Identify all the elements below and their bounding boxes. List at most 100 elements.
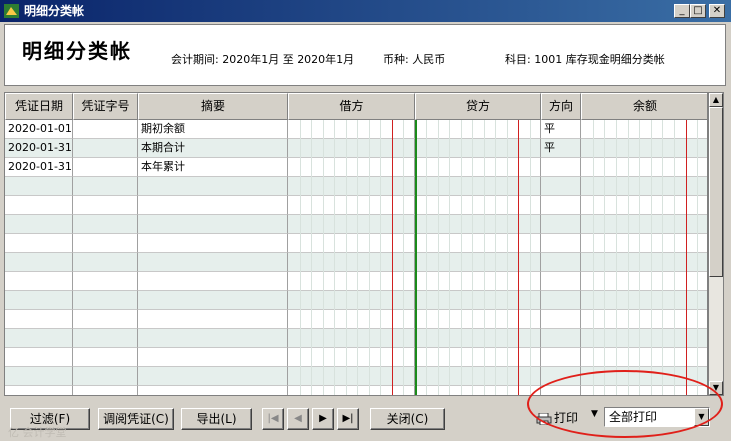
- cell-direction[interactable]: [541, 196, 581, 215]
- col-header-debit[interactable]: 借方: [288, 93, 415, 120]
- cell-direction[interactable]: [541, 329, 581, 348]
- vertical-scrollbar[interactable]: ▲ ▼: [708, 92, 724, 396]
- cell-direction[interactable]: [541, 215, 581, 234]
- cell-voucher[interactable]: [73, 139, 138, 158]
- cell-balance[interactable]: [581, 348, 707, 367]
- cell-direction[interactable]: [541, 253, 581, 272]
- cell-debit[interactable]: [288, 139, 415, 158]
- cell-voucher[interactable]: [73, 158, 138, 177]
- close-window-button[interactable]: ✕: [709, 4, 725, 18]
- cell-balance[interactable]: [581, 234, 707, 253]
- cell-voucher[interactable]: [73, 234, 138, 253]
- cell-summary[interactable]: [138, 196, 288, 215]
- cell-summary[interactable]: [138, 215, 288, 234]
- cell-credit[interactable]: [415, 291, 541, 310]
- cell-balance[interactable]: [581, 215, 707, 234]
- minimize-button[interactable]: _: [674, 4, 690, 18]
- cell-credit[interactable]: [415, 348, 541, 367]
- col-header-balance[interactable]: 余额: [581, 93, 707, 120]
- cell-direction[interactable]: [541, 348, 581, 367]
- cell-balance[interactable]: [581, 253, 707, 272]
- cell-direction[interactable]: [541, 310, 581, 329]
- cell-credit[interactable]: [415, 177, 541, 196]
- cell-voucher[interactable]: [73, 310, 138, 329]
- cell-voucher[interactable]: [73, 291, 138, 310]
- cell-date[interactable]: [5, 234, 73, 253]
- cell-summary[interactable]: [138, 329, 288, 348]
- cell-direction[interactable]: 平: [541, 120, 581, 139]
- cell-summary[interactable]: [138, 253, 288, 272]
- cell-direction[interactable]: [541, 291, 581, 310]
- next-page-button[interactable]: ▶: [312, 408, 334, 430]
- cell-debit[interactable]: [288, 348, 415, 367]
- cell-date[interactable]: 2020-01-31: [5, 139, 73, 158]
- cell-summary[interactable]: [138, 348, 288, 367]
- maximize-button[interactable]: □: [690, 4, 706, 18]
- cell-voucher[interactable]: [73, 367, 138, 386]
- cell-balance[interactable]: [581, 177, 707, 196]
- cell-credit[interactable]: [415, 367, 541, 386]
- first-page-button[interactable]: |◀: [262, 408, 284, 430]
- cell-direction[interactable]: [541, 158, 581, 177]
- cell-debit[interactable]: [288, 120, 415, 139]
- cell-date[interactable]: [5, 291, 73, 310]
- cell-balance[interactable]: [581, 158, 707, 177]
- col-header-date[interactable]: 凭证日期: [5, 93, 73, 120]
- cell-debit[interactable]: [288, 215, 415, 234]
- cell-summary[interactable]: 本期合计: [138, 139, 288, 158]
- cell-date[interactable]: [5, 348, 73, 367]
- cell-balance[interactable]: [581, 329, 707, 348]
- cell-direction[interactable]: 平: [541, 139, 581, 158]
- cell-direction[interactable]: [541, 234, 581, 253]
- prev-page-button[interactable]: ◀: [287, 408, 309, 430]
- cell-credit[interactable]: [415, 310, 541, 329]
- cell-voucher[interactable]: [73, 177, 138, 196]
- col-header-credit[interactable]: 贷方: [415, 93, 541, 120]
- cell-balance[interactable]: [581, 196, 707, 215]
- cell-date[interactable]: [5, 310, 73, 329]
- export-button[interactable]: 导出(L): [181, 408, 252, 430]
- cell-credit[interactable]: [415, 215, 541, 234]
- cell-debit[interactable]: [288, 253, 415, 272]
- cell-credit[interactable]: [415, 158, 541, 177]
- last-page-button[interactable]: ▶|: [337, 408, 359, 430]
- cell-balance[interactable]: [581, 120, 707, 139]
- cell-voucher[interactable]: [73, 386, 138, 395]
- cell-voucher[interactable]: [73, 272, 138, 291]
- cell-date[interactable]: [5, 215, 73, 234]
- cell-balance[interactable]: [581, 272, 707, 291]
- cell-balance[interactable]: [581, 139, 707, 158]
- cell-date[interactable]: [5, 386, 73, 395]
- cell-debit[interactable]: [288, 310, 415, 329]
- col-header-voucher[interactable]: 凭证字号: [73, 93, 138, 120]
- scroll-thumb[interactable]: [709, 107, 723, 277]
- cell-summary[interactable]: [138, 272, 288, 291]
- cell-credit[interactable]: [415, 272, 541, 291]
- cell-credit[interactable]: [415, 329, 541, 348]
- close-button[interactable]: 关闭(C): [370, 408, 445, 430]
- cell-credit[interactable]: [415, 386, 541, 395]
- cell-voucher[interactable]: [73, 215, 138, 234]
- cell-credit[interactable]: [415, 120, 541, 139]
- cell-date[interactable]: 2020-01-01: [5, 120, 73, 139]
- cell-summary[interactable]: [138, 386, 288, 395]
- cell-debit[interactable]: [288, 329, 415, 348]
- cell-summary[interactable]: [138, 310, 288, 329]
- title-bar[interactable]: 明细分类帐 _ □ ✕: [0, 0, 731, 22]
- cell-debit[interactable]: [288, 196, 415, 215]
- cell-credit[interactable]: [415, 234, 541, 253]
- cell-date[interactable]: [5, 253, 73, 272]
- cell-credit[interactable]: [415, 139, 541, 158]
- col-header-direction[interactable]: 方向: [541, 93, 581, 120]
- cell-balance[interactable]: [581, 291, 707, 310]
- cell-date[interactable]: 2020-01-31: [5, 158, 73, 177]
- cell-balance[interactable]: [581, 310, 707, 329]
- cell-direction[interactable]: [541, 177, 581, 196]
- cell-debit[interactable]: [288, 367, 415, 386]
- cell-summary[interactable]: [138, 234, 288, 253]
- cell-summary[interactable]: [138, 177, 288, 196]
- cell-debit[interactable]: [288, 177, 415, 196]
- cell-debit[interactable]: [288, 386, 415, 395]
- cell-summary[interactable]: 本年累计: [138, 158, 288, 177]
- cell-date[interactable]: [5, 272, 73, 291]
